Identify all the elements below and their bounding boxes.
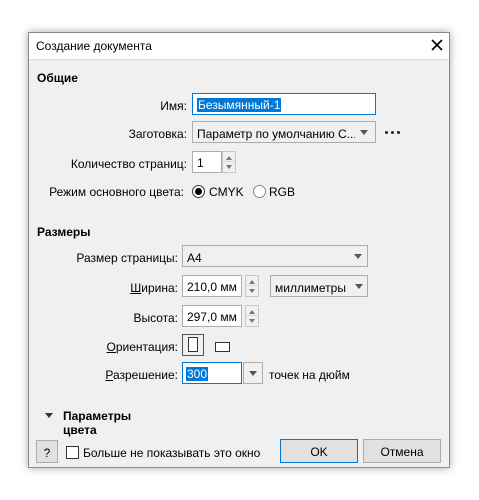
radio-rgb[interactable] xyxy=(253,185,266,198)
chevron-down-icon xyxy=(249,371,257,376)
cancel-label: Отмена xyxy=(380,445,424,459)
close-icon xyxy=(431,39,443,51)
name-input-value: Безымянный-1 xyxy=(197,98,282,112)
create-document-dialog: Создание документа Общие Имя: Безымянный… xyxy=(28,32,450,468)
radio-cmyk[interactable] xyxy=(192,185,205,198)
height-stepper[interactable] xyxy=(245,305,259,327)
chevron-down-icon xyxy=(355,284,363,289)
decrement-arrow-icon[interactable] xyxy=(246,286,258,296)
color-settings-heading: Параметры цвета xyxy=(63,409,132,437)
width-value: 210,0 мм xyxy=(187,280,237,294)
cancel-button[interactable]: Отмена xyxy=(363,439,441,463)
increment-arrow-icon[interactable] xyxy=(246,306,258,316)
orientation-label: Ориентация: xyxy=(106,340,178,354)
orientation-landscape-button[interactable] xyxy=(215,342,230,352)
units-dropdown[interactable]: миллиметры xyxy=(270,275,368,297)
resolution-input[interactable]: 300 xyxy=(182,362,242,384)
pages-input[interactable]: 1 xyxy=(192,151,222,173)
radio-rgb-label: RGB xyxy=(269,185,296,199)
ok-button[interactable]: OK xyxy=(280,439,358,463)
sizes-section-heading: Размеры xyxy=(37,225,91,239)
increment-arrow-icon[interactable] xyxy=(246,276,258,286)
units-value: миллиметры xyxy=(275,281,346,295)
width-label: Ширина: xyxy=(130,281,178,295)
name-label: Имя: xyxy=(160,99,187,113)
dont-show-label: Больше не показывать это окно xyxy=(83,446,261,460)
width-stepper[interactable] xyxy=(245,275,259,297)
resolution-value: 300 xyxy=(186,367,209,381)
preset-value: Параметр по умолчанию С... xyxy=(197,127,355,141)
page-size-dropdown[interactable]: A4 xyxy=(182,245,368,267)
close-button[interactable] xyxy=(425,34,449,56)
dialog-title: Создание документа xyxy=(36,39,152,53)
decrement-arrow-icon[interactable] xyxy=(246,316,258,326)
resolution-dropdown-button[interactable] xyxy=(243,362,263,384)
resolution-unit-label: точек на дюйм xyxy=(269,368,350,382)
resolution-label: Разрешение: xyxy=(105,368,178,382)
height-label: Высота: xyxy=(133,311,178,325)
pages-stepper[interactable] xyxy=(222,151,236,173)
chevron-down-icon xyxy=(360,130,368,135)
dot-icon xyxy=(385,131,388,134)
dot-icon xyxy=(391,131,394,134)
page-size-value: A4 xyxy=(187,251,202,265)
dot-icon xyxy=(397,131,400,134)
ok-label: OK xyxy=(310,445,328,459)
preset-label: Заготовка: xyxy=(128,127,187,141)
preset-dropdown[interactable]: Параметр по умолчанию С... xyxy=(192,121,376,143)
general-section-heading: Общие xyxy=(37,71,78,85)
expand-triangle-icon xyxy=(45,413,53,418)
increment-arrow-icon[interactable] xyxy=(223,152,235,162)
title-bar: Создание документа xyxy=(29,33,449,59)
color-mode-label: Режим основного цвета: xyxy=(49,185,184,199)
title-separator xyxy=(29,59,449,60)
dont-show-checkbox[interactable] xyxy=(66,446,79,459)
decrement-arrow-icon[interactable] xyxy=(223,162,235,172)
page-size-label: Размер страницы: xyxy=(76,251,178,265)
height-value: 297,0 мм xyxy=(187,310,237,324)
help-button[interactable]: ? xyxy=(36,440,58,463)
portrait-page-icon xyxy=(188,337,198,352)
orientation-portrait-button[interactable] xyxy=(182,334,204,356)
name-input[interactable]: Безымянный-1 xyxy=(192,93,376,115)
radio-cmyk-label: CMYK xyxy=(209,185,244,199)
help-label: ? xyxy=(43,446,51,460)
height-input[interactable]: 297,0 мм xyxy=(182,305,242,327)
pages-value: 1 xyxy=(197,156,204,170)
width-input[interactable]: 210,0 мм xyxy=(182,275,242,297)
more-options-button[interactable] xyxy=(385,131,401,135)
chevron-down-icon xyxy=(354,254,362,259)
pages-label: Количество страниц: xyxy=(70,157,187,171)
